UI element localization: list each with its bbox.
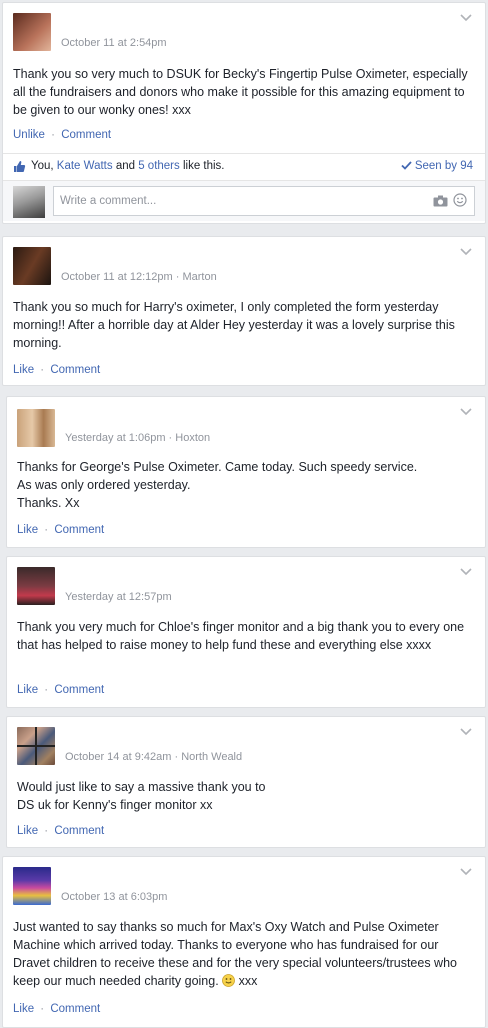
chevron-down-icon[interactable] — [459, 867, 473, 877]
chevron-down-icon[interactable] — [459, 727, 473, 737]
avatar[interactable] — [17, 727, 55, 765]
seen-by-count: Seen by 94 — [414, 160, 473, 172]
post-actions: Like · Comment — [17, 684, 104, 696]
comment-link[interactable]: Comment — [50, 1003, 100, 1015]
separator: · — [165, 432, 176, 444]
post-card: October 11 at 2:54pm Thank you so very m… — [2, 2, 486, 224]
separator: · — [41, 524, 52, 536]
unlike-link[interactable]: Unlike — [13, 129, 45, 141]
separator: · — [41, 684, 52, 696]
chevron-down-icon[interactable] — [459, 13, 473, 23]
avatar[interactable] — [13, 247, 51, 285]
post-card: October 13 at 6:03pm Just wanted to say … — [2, 856, 486, 1028]
chevron-down-icon[interactable] — [459, 567, 473, 577]
likes-you: You, — [31, 160, 57, 172]
comment-link[interactable]: Comment — [54, 825, 104, 837]
post-text-line: Thanks. Xx — [17, 496, 80, 510]
avatar[interactable] — [17, 567, 55, 605]
post-meta: Yesterday at 12:57pm — [65, 591, 172, 603]
post-meta: October 11 at 12:12pm · Marton — [61, 271, 217, 283]
like-link[interactable]: Like — [17, 684, 38, 696]
comment-input[interactable]: Write a comment... — [53, 186, 475, 216]
post-text: Would just like to say a massive thank y… — [17, 778, 475, 814]
like-link[interactable]: Like — [13, 1003, 34, 1015]
smile-emoji-icon — [222, 974, 236, 987]
post-location[interactable]: North Weald — [181, 751, 242, 763]
post-text: Thank you very much for Chloe's finger m… — [17, 620, 465, 652]
separator: · — [37, 1003, 48, 1015]
emoji-icon[interactable] — [453, 193, 467, 207]
separator: · — [37, 364, 48, 376]
check-icon — [401, 161, 412, 170]
post-text: Thanks for George's Pulse Oximeter. Came… — [17, 458, 475, 512]
post-card: October 11 at 12:12pm · Marton Thank you… — [2, 236, 486, 386]
post-text-line: Would just like to say a massive thank y… — [17, 780, 266, 794]
post-actions: Like · Comment — [17, 524, 104, 536]
post-text-line: DS uk for Kenny's finger monitor xx — [17, 798, 213, 812]
avatar[interactable] — [13, 867, 51, 905]
post-timestamp[interactable]: October 11 at 12:12pm — [61, 271, 173, 283]
post-timestamp[interactable]: Yesterday at 1:06pm — [65, 432, 166, 444]
comment-row: Write a comment... — [3, 180, 485, 221]
post-card: Yesterday at 12:57pm Thank you very much… — [6, 556, 486, 708]
chevron-down-icon[interactable] — [459, 407, 473, 417]
avatar[interactable] — [17, 409, 55, 447]
likes-summary: You, Kate Watts and 5 others like this. — [31, 160, 225, 172]
post-text-suffix: xxx — [235, 974, 258, 988]
camera-icon[interactable] — [433, 195, 448, 207]
thumbs-up-icon — [14, 161, 26, 172]
comment-link[interactable]: Comment — [61, 129, 111, 141]
post-meta: Yesterday at 1:06pm · Hoxton — [65, 432, 210, 444]
chevron-down-icon[interactable] — [459, 247, 473, 257]
post-location[interactable]: Hoxton — [175, 432, 210, 444]
post-actions: Like · Comment — [13, 1003, 100, 1015]
separator: · — [41, 825, 52, 837]
others-link[interactable]: 5 others — [138, 160, 180, 172]
post-card: October 14 at 9:42am · North Weald Would… — [6, 716, 486, 848]
post-meta: October 13 at 6:03pm — [61, 891, 167, 903]
liker-link[interactable]: Kate Watts — [57, 160, 113, 172]
comment-link[interactable]: Comment — [54, 524, 104, 536]
post-actions: Like · Comment — [17, 825, 104, 837]
post-text-line: Thanks for George's Pulse Oximeter. Came… — [17, 460, 418, 474]
avatar[interactable] — [13, 13, 51, 51]
current-user-avatar — [13, 186, 45, 218]
post-timestamp[interactable]: October 14 at 9:42am — [65, 751, 171, 763]
post-timestamp[interactable]: October 13 at 6:03pm — [61, 891, 167, 903]
post-text: Just wanted to say thanks so much for Ma… — [13, 918, 475, 990]
post-actions: Unlike · Comment — [13, 129, 111, 141]
post-meta: October 11 at 2:54pm — [61, 37, 167, 49]
like-link[interactable]: Like — [13, 364, 34, 376]
post-text: Thank you so very much to DSUK for Becky… — [13, 67, 468, 117]
comment-link[interactable]: Comment — [50, 364, 100, 376]
post-actions: Like · Comment — [13, 364, 100, 376]
like-link[interactable]: Like — [17, 825, 38, 837]
comment-placeholder: Write a comment... — [60, 195, 157, 207]
comment-link[interactable]: Comment — [54, 684, 104, 696]
post-text: Thank you so much for Harry's oximeter, … — [13, 300, 455, 350]
separator: · — [47, 129, 59, 141]
likes-and: and — [112, 160, 139, 172]
post-location[interactable]: Marton — [182, 271, 216, 283]
separator: · — [171, 751, 182, 763]
likes-suffix: like this. — [179, 160, 225, 172]
likes-bar: You, Kate Watts and 5 others like this. … — [3, 153, 485, 180]
seen-by[interactable]: Seen by 94 — [401, 160, 473, 172]
post-card: Yesterday at 1:06pm · Hoxton Thanks for … — [6, 396, 486, 548]
post-meta: October 14 at 9:42am · North Weald — [65, 751, 242, 763]
post-text-line: As was only ordered yesterday. — [17, 478, 191, 492]
post-timestamp[interactable]: Yesterday at 12:57pm — [65, 591, 172, 603]
post-timestamp[interactable]: October 11 at 2:54pm — [61, 37, 167, 49]
like-link[interactable]: Like — [17, 524, 38, 536]
